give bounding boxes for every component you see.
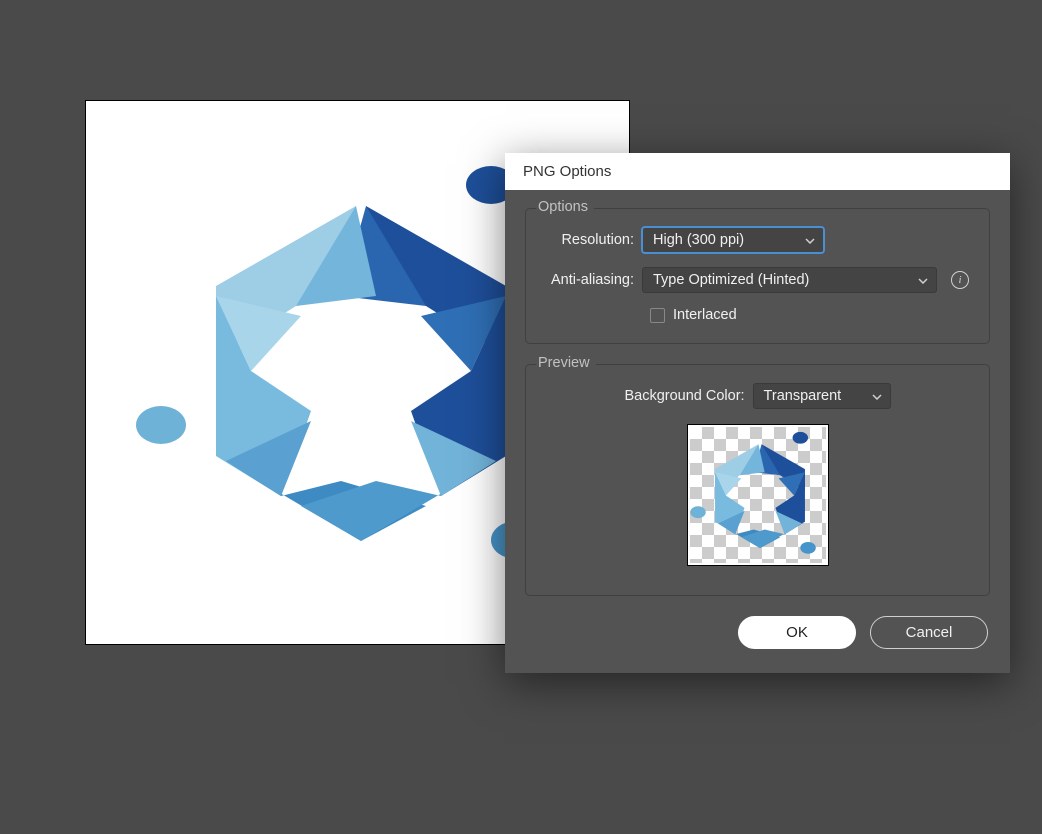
- resolution-select[interactable]: High (300 ppi): [642, 227, 824, 253]
- chevron-down-icon: [805, 232, 815, 248]
- chevron-down-icon: [918, 272, 928, 288]
- resolution-label: Resolution:: [542, 232, 642, 248]
- interlaced-checkbox[interactable]: [650, 308, 665, 323]
- ok-button[interactable]: OK: [738, 616, 856, 649]
- antialias-select[interactable]: Type Optimized (Hinted): [642, 267, 937, 293]
- options-fieldset: Options Resolution: High (300 ppi) Anti-…: [525, 208, 990, 344]
- artwork-logo: [161, 176, 556, 571]
- options-legend: Options: [536, 199, 594, 215]
- dialog-title: PNG Options: [505, 153, 1010, 190]
- antialias-label: Anti-aliasing:: [542, 272, 642, 288]
- preview-legend: Preview: [536, 355, 596, 371]
- bgcolor-select[interactable]: Transparent: [753, 383, 891, 409]
- interlaced-label: Interlaced: [673, 307, 737, 323]
- resolution-value: High (300 ppi): [653, 232, 744, 248]
- bgcolor-label: Background Color:: [624, 388, 752, 404]
- info-icon[interactable]: i: [951, 271, 969, 289]
- preview-thumbnail: [688, 425, 828, 565]
- bgcolor-value: Transparent: [764, 388, 842, 404]
- preview-fieldset: Preview Background Color: Transparent: [525, 364, 990, 596]
- cancel-button[interactable]: Cancel: [870, 616, 988, 649]
- chevron-down-icon: [872, 388, 882, 404]
- antialias-value: Type Optimized (Hinted): [653, 272, 809, 288]
- png-options-dialog: PNG Options Options Resolution: High (30…: [505, 153, 1010, 673]
